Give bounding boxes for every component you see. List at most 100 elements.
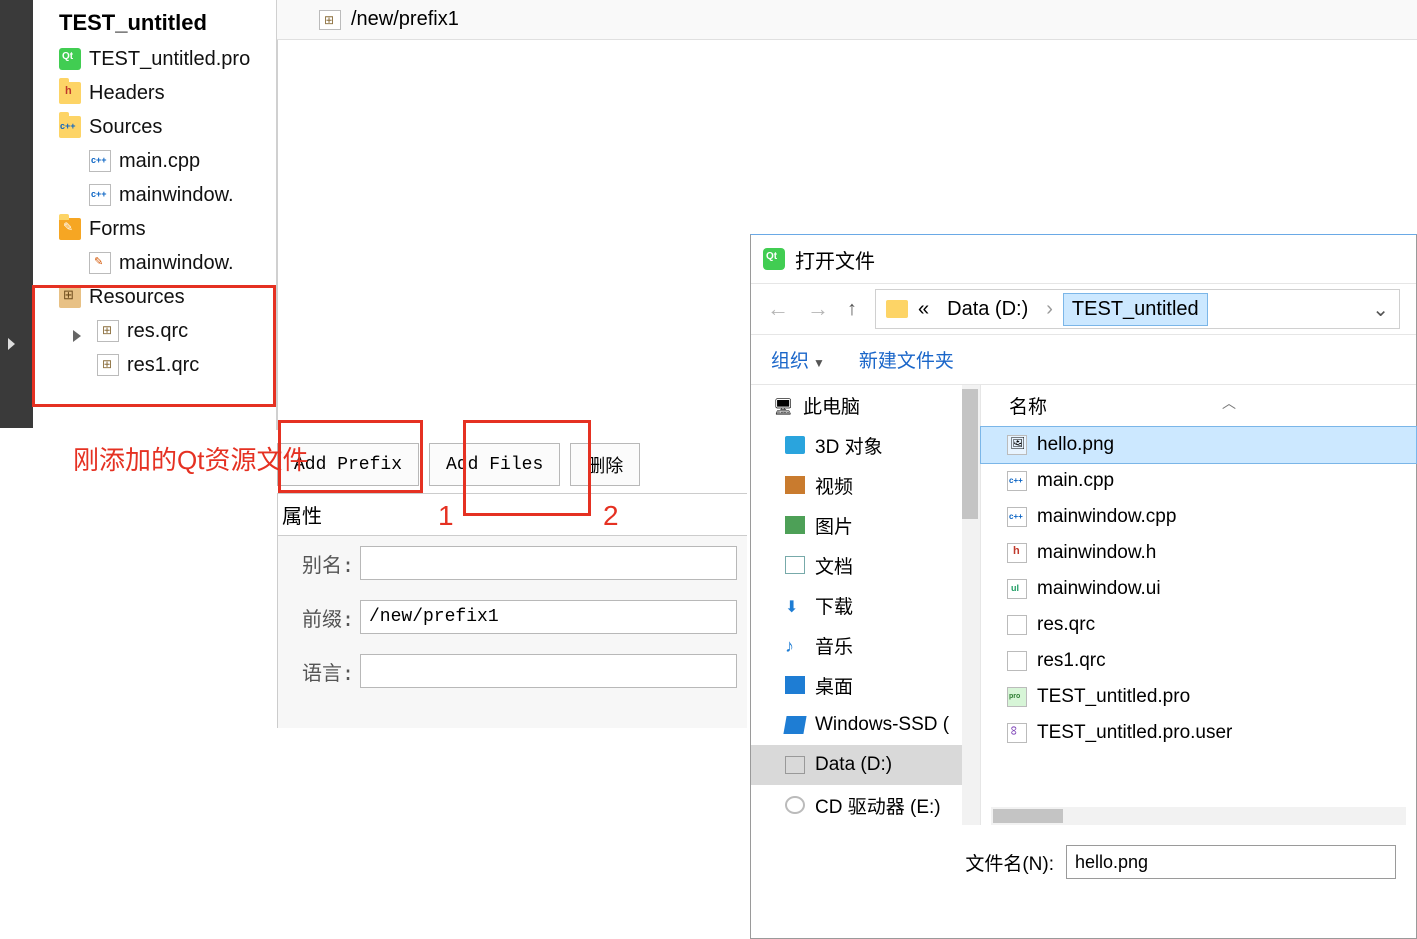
file-item-pro-user[interactable]: TEST_untitled.pro.user: [981, 715, 1416, 751]
file-item-hello-png[interactable]: hello.png: [981, 427, 1416, 463]
sb-label: 桌面: [815, 672, 853, 699]
tree-group-resources[interactable]: Resources: [33, 280, 277, 314]
folder-resources-icon: [59, 286, 81, 308]
dialog-sidebar: 此电脑 3D 对象 视频 图片 文档 下载 音乐 桌面 Windows-SSD …: [751, 385, 981, 825]
desktop-icon: [785, 676, 805, 694]
sb-label: 下载: [815, 592, 853, 619]
sidebar-desktop[interactable]: 桌面: [751, 665, 980, 705]
tree-label: mainwindow.: [119, 184, 234, 207]
tree-file-mainwindow-cpp[interactable]: mainwindow.: [33, 178, 277, 212]
file-item-res1-qrc[interactable]: res1.qrc: [981, 643, 1416, 679]
annotation-number-1: 1: [438, 500, 454, 532]
breadcrumb[interactable]: « Data (D:) › TEST_untitled ⌄: [875, 289, 1400, 329]
scrollbar-handle[interactable]: [962, 389, 978, 519]
file-item-mainwindow-cpp[interactable]: mainwindow.cpp: [981, 499, 1416, 535]
language-input[interactable]: [360, 654, 737, 688]
file-name: mainwindow.h: [1037, 542, 1156, 564]
project-tree: TEST_untitled TEST_untitled.pro Headers …: [33, 0, 277, 430]
cpp-file-icon: [1007, 507, 1027, 527]
flyout-icon[interactable]: [8, 338, 15, 350]
sidebar-data-d[interactable]: Data (D:): [751, 745, 980, 785]
nav-back-icon[interactable]: ←: [767, 296, 789, 322]
file-item-main-cpp[interactable]: main.cpp: [981, 463, 1416, 499]
crumb-data-d[interactable]: Data (D:): [939, 294, 1036, 325]
resource-properties: 属性 别名: 前缀: 语言:: [277, 493, 747, 728]
file-item-mainwindow-ui[interactable]: mainwindow.ui: [981, 571, 1416, 607]
file-list-header[interactable]: 名称 ︿: [981, 385, 1416, 427]
tree-label: res1.qrc: [127, 354, 199, 377]
sidebar-windows-ssd[interactable]: Windows-SSD (: [751, 705, 980, 745]
dialog-nav: ← → ↑ « Data (D:) › TEST_untitled ⌄: [751, 283, 1416, 335]
chevron-right-icon: ›: [1046, 298, 1053, 321]
sidebar-downloads[interactable]: 下载: [751, 585, 980, 625]
annotation-text-resources: 刚添加的Qt资源文件: [73, 440, 308, 477]
cpp-file-icon: [89, 150, 111, 172]
filename-input[interactable]: [1066, 845, 1396, 879]
column-name[interactable]: 名称: [1009, 392, 1047, 419]
tree-label: TEST_untitled.pro: [89, 48, 250, 71]
prefix-input[interactable]: [360, 600, 737, 634]
sidebar-3d-objects[interactable]: 3D 对象: [751, 425, 980, 465]
panel-divider[interactable]: [276, 0, 278, 430]
nav-up-icon[interactable]: ↑: [847, 298, 857, 321]
file-name: res.qrc: [1037, 614, 1095, 636]
file-list-hscrollbar[interactable]: [991, 807, 1406, 825]
properties-title: 属性: [278, 494, 747, 536]
file-name: TEST_untitled.pro: [1037, 686, 1190, 708]
sb-label: 音乐: [815, 632, 853, 659]
crumb-target[interactable]: TEST_untitled: [1063, 293, 1208, 326]
folder-sources-icon: [59, 116, 81, 138]
sb-label: CD 驱动器 (E:): [815, 792, 941, 819]
tree-file-main-cpp[interactable]: main.cpp: [33, 144, 277, 178]
tree-group-sources[interactable]: Sources: [33, 110, 277, 144]
file-item-res-qrc[interactable]: res.qrc: [981, 607, 1416, 643]
scrollbar-handle[interactable]: [993, 809, 1063, 823]
folder-headers-icon: [59, 82, 81, 104]
file-item-pro[interactable]: TEST_untitled.pro: [981, 679, 1416, 715]
tree-file-res-qrc[interactable]: res.qrc: [33, 314, 277, 348]
file-list: 名称 ︿ hello.png main.cpp mainwindow.cpp m…: [981, 385, 1416, 825]
qt-app-icon: [763, 248, 785, 270]
tree-label: res.qrc: [127, 320, 188, 343]
drive-icon: [785, 756, 805, 774]
qt-icon: [59, 48, 81, 70]
cd-icon: [785, 796, 805, 814]
file-name: res1.qrc: [1037, 650, 1106, 672]
crumb-ellipsis[interactable]: «: [918, 298, 929, 321]
sidebar-documents[interactable]: 文档: [751, 545, 980, 585]
cpp-file-icon: [1007, 471, 1027, 491]
ide-side-strip: [0, 0, 33, 428]
tree-group-forms[interactable]: Forms: [33, 212, 277, 246]
expand-caret-icon[interactable]: [73, 330, 81, 342]
tree-label: Resources: [89, 286, 185, 309]
project-root[interactable]: TEST_untitled: [33, 0, 277, 42]
tree-group-headers[interactable]: Headers: [33, 76, 277, 110]
cpp-file-icon: [89, 184, 111, 206]
add-files-button[interactable]: Add Files: [429, 443, 560, 486]
organize-menu[interactable]: 组织▼: [771, 346, 825, 373]
sb-label: 文档: [815, 552, 853, 579]
nav-forward-icon[interactable]: →: [807, 296, 829, 322]
sort-indicator-icon[interactable]: ︿: [1222, 393, 1236, 413]
sidebar-pictures[interactable]: 图片: [751, 505, 980, 545]
tree-label: mainwindow.: [119, 252, 234, 275]
chevron-down-icon[interactable]: ⌄: [1372, 297, 1389, 322]
sidebar-scrollbar[interactable]: [962, 385, 980, 825]
qrc-file-icon: [319, 10, 341, 30]
tree-pro-file[interactable]: TEST_untitled.pro: [33, 42, 277, 76]
editor-header: /new/prefix1: [277, 0, 1417, 40]
alias-input[interactable]: [360, 546, 737, 580]
sidebar-this-pc[interactable]: 此电脑: [751, 385, 980, 425]
delete-button[interactable]: 删除: [570, 443, 640, 486]
picture-icon: [785, 516, 805, 534]
sidebar-cd-drive[interactable]: CD 驱动器 (E:): [751, 785, 980, 825]
tree-file-mainwindow-ui[interactable]: mainwindow.: [33, 246, 277, 280]
sidebar-video[interactable]: 视频: [751, 465, 980, 505]
vs-file-icon: [1007, 723, 1027, 743]
sb-label: 此电脑: [803, 392, 860, 419]
new-folder-button[interactable]: 新建文件夹: [859, 346, 954, 373]
open-resource-path: /new/prefix1: [351, 8, 459, 31]
file-item-mainwindow-h[interactable]: mainwindow.h: [981, 535, 1416, 571]
tree-file-res1-qrc[interactable]: res1.qrc: [33, 348, 277, 382]
sidebar-music[interactable]: 音乐: [751, 625, 980, 665]
